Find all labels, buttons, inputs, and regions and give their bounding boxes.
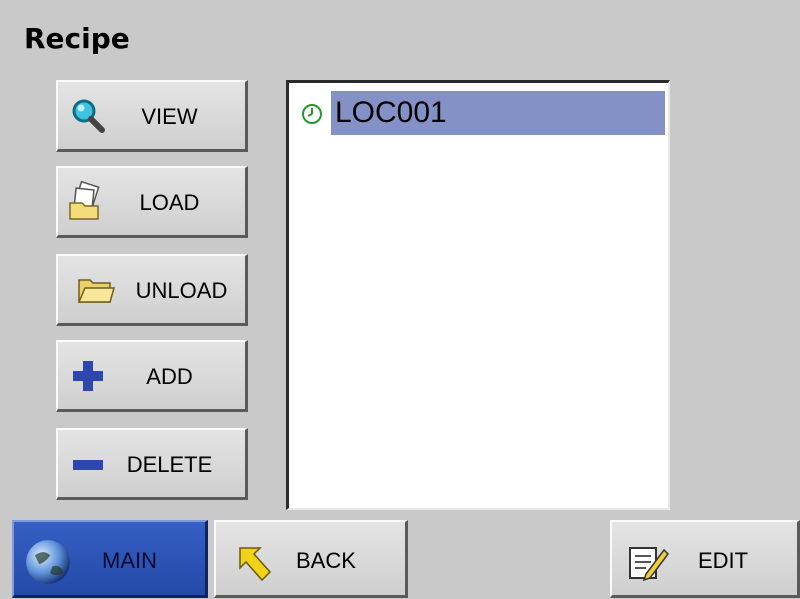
unload-button[interactable]: UNLOAD xyxy=(56,254,248,326)
back-button[interactable]: BACK xyxy=(214,520,408,598)
edit-note-icon xyxy=(629,547,669,582)
add-label: ADD xyxy=(146,364,193,389)
edit-label: EDIT xyxy=(698,548,749,573)
load-button[interactable]: LOAD xyxy=(56,166,248,238)
clock-icon xyxy=(302,104,322,124)
list-item[interactable]: LOC001 xyxy=(297,91,665,137)
list-item-label: LOC001 xyxy=(335,96,447,129)
view-label: VIEW xyxy=(141,104,198,129)
back-arrow-icon xyxy=(239,547,272,582)
main-label: MAIN xyxy=(102,548,157,573)
page-title: Recipe xyxy=(24,22,130,55)
view-button[interactable]: VIEW xyxy=(56,80,248,152)
unload-label: UNLOAD xyxy=(135,278,228,303)
globe-icon xyxy=(26,540,70,584)
delete-label: DELETE xyxy=(126,452,213,477)
main-button[interactable]: MAIN xyxy=(12,520,208,598)
add-button[interactable]: ADD xyxy=(56,340,248,412)
recipe-list[interactable]: LOC001 xyxy=(286,80,670,510)
load-label: LOAD xyxy=(139,190,200,215)
back-label: BACK xyxy=(296,548,356,573)
edit-button[interactable]: EDIT xyxy=(610,520,800,598)
delete-button[interactable]: DELETE xyxy=(56,428,248,500)
